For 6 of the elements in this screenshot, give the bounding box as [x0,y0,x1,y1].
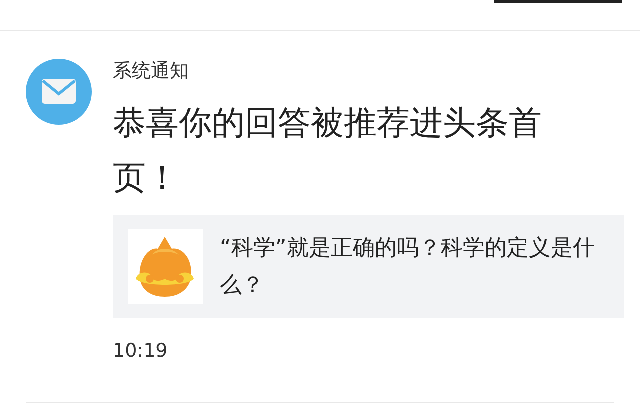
notification-message: 恭喜你的回答被推荐进头条首页！ [113,102,543,199]
timestamp: 10:19 [113,339,169,364]
sender-name: 系统通知 [113,59,190,83]
attachment-card[interactable]: “科学”就是正确的吗？科学的定义是什么？ [113,215,624,318]
attachment-title: “科学”就是正确的吗？科学的定义是什么？ [220,234,596,300]
mail-icon [26,59,92,125]
